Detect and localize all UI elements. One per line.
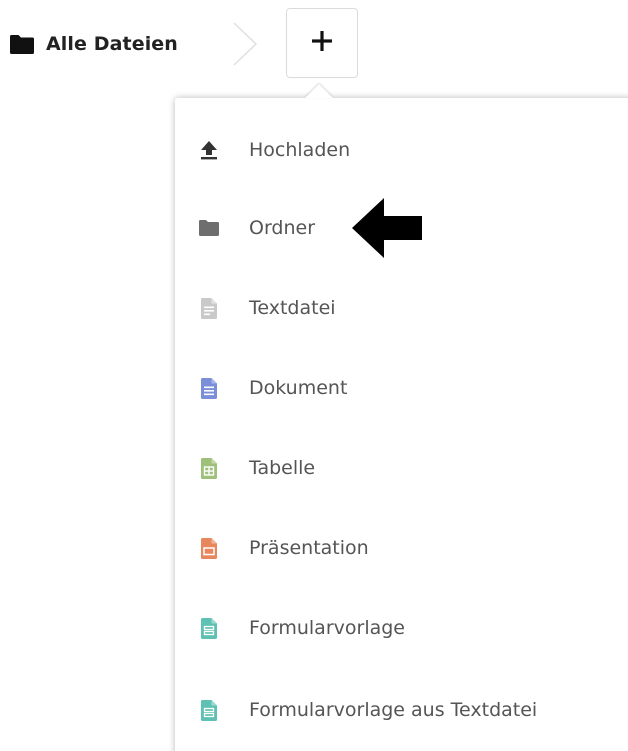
breadcrumb-separator-icon [232,22,258,70]
text-file-icon [199,297,219,319]
menu-item-form-template[interactable]: Formularvorlage [175,598,628,658]
menu-item-label: Hochladen [249,139,351,161]
menu-item-label: Tabelle [249,457,316,479]
file-browser: Alle Dateien Hochladen Ordner Textdatei … [0,0,628,751]
menu-item-label: Dokument [249,377,348,399]
menu-item-text-file[interactable]: Textdatei [175,278,628,338]
form-template-icon [199,699,219,721]
folder-icon [10,34,34,54]
spreadsheet-icon [199,457,219,479]
new-file-button[interactable] [286,8,358,78]
menu-item-form-template-from-text[interactable]: Formularvorlage aus Textdatei [175,680,628,740]
menu-item-label: Präsentation [249,537,369,559]
breadcrumb-home[interactable]: Alle Dateien [10,24,178,64]
upload-icon [199,139,219,161]
plus-icon [311,30,333,56]
breadcrumb-label: Alle Dateien [46,33,178,55]
menu-item-label: Textdatei [249,297,336,319]
folder-icon [199,217,219,239]
menu-pointer [305,84,333,98]
menu-item-upload[interactable]: Hochladen [175,120,628,180]
menu-item-label: Formularvorlage [249,617,405,639]
presentation-icon [199,537,219,559]
menu-item-label: Ordner [249,217,316,239]
menu-item-document[interactable]: Dokument [175,358,628,418]
black-arrow-left-icon [352,196,422,264]
form-template-icon [199,617,219,639]
menu-item-spreadsheet[interactable]: Tabelle [175,438,628,498]
document-icon [199,377,219,399]
menu-item-presentation[interactable]: Präsentation [175,518,628,578]
menu-item-label: Formularvorlage aus Textdatei [249,699,538,721]
